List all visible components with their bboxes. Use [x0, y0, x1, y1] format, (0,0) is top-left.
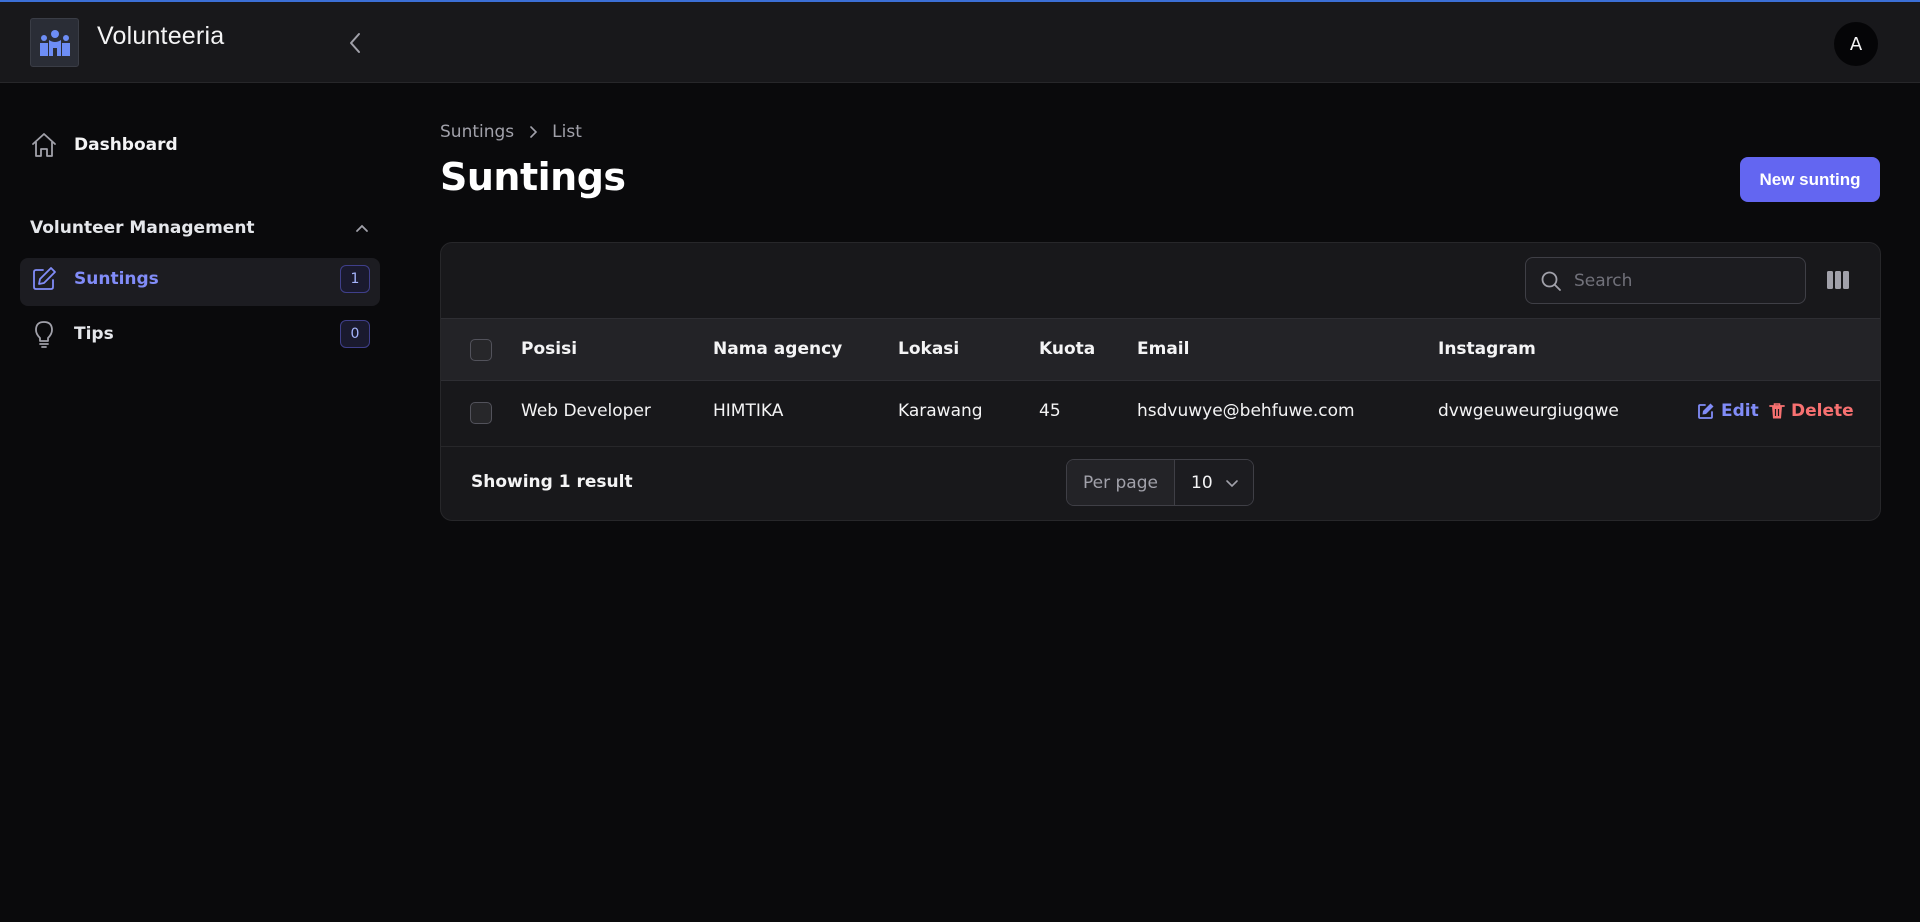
trash-icon: [1769, 402, 1785, 420]
select-all-checkbox[interactable]: [470, 339, 492, 361]
column-header-email[interactable]: Email: [1137, 339, 1189, 359]
new-sunting-button[interactable]: New sunting: [1740, 157, 1880, 202]
column-header-posisi[interactable]: Posisi: [521, 339, 577, 359]
delete-button[interactable]: Delete: [1769, 401, 1854, 421]
table-card: Posisi Nama agency Lokasi Kuota Email In…: [440, 242, 1881, 521]
sidebar-group-volunteer-management[interactable]: Volunteer Management: [30, 218, 370, 238]
chevron-right-icon: [528, 125, 538, 139]
edit-icon: [1697, 402, 1715, 420]
avatar[interactable]: A: [1834, 22, 1878, 66]
app-title: Volunteeria: [97, 22, 225, 50]
chevron-left-icon: [350, 33, 360, 53]
delete-label: Delete: [1791, 401, 1854, 421]
column-header-instagram[interactable]: Instagram: [1438, 339, 1536, 359]
edit-icon: [33, 267, 56, 290]
count-badge: 0: [340, 320, 370, 348]
chevron-down-icon: [1226, 479, 1238, 487]
top-bar: Volunteeria A: [0, 2, 1920, 83]
cell-posisi: Web Developer: [521, 401, 651, 421]
results-count: Showing 1 result: [471, 472, 633, 492]
cell-instagram: dvwgeuweurgiugqwe: [1438, 401, 1619, 421]
collapse-sidebar-button[interactable]: [340, 28, 370, 58]
columns-icon: [1827, 271, 1849, 289]
sidebar-item-label: Tips: [74, 324, 114, 344]
per-page-label: Per page: [1067, 460, 1175, 505]
breadcrumb-link-suntings[interactable]: Suntings: [440, 122, 514, 142]
cell-email: hsdvuwye@behfuwe.com: [1137, 401, 1355, 421]
sidebar-item-label: Dashboard: [74, 135, 178, 155]
sidebar-group-label: Volunteer Management: [30, 218, 255, 238]
per-page-dropdown[interactable]: 10: [1175, 460, 1253, 505]
cell-kuota: 45: [1039, 401, 1061, 421]
count-badge: 1: [340, 265, 370, 293]
per-page-value: 10: [1191, 472, 1213, 493]
column-header-lokasi[interactable]: Lokasi: [898, 339, 959, 359]
breadcrumb-current: List: [552, 122, 582, 142]
search-box[interactable]: [1525, 257, 1806, 304]
cell-nama-agency: HIMTIKA: [713, 401, 784, 421]
sidebar-item-tips[interactable]: Tips 0: [30, 319, 370, 349]
table-row: Web Developer HIMTIKA Karawang 45 hsdvuw…: [441, 381, 1880, 447]
column-header-nama-agency[interactable]: Nama agency: [713, 339, 842, 359]
home-icon: [32, 133, 56, 157]
sidebar-item-dashboard[interactable]: Dashboard: [30, 131, 178, 159]
sidebar-item-label: Suntings: [74, 269, 159, 289]
table-header: Posisi Nama agency Lokasi Kuota Email In…: [441, 318, 1880, 381]
edit-button[interactable]: Edit: [1697, 401, 1759, 421]
search-icon: [1541, 271, 1561, 291]
toggle-columns-button[interactable]: [1825, 269, 1851, 291]
sidebar-item-suntings[interactable]: Suntings 1: [30, 265, 370, 293]
logo-icon[interactable]: [30, 18, 79, 67]
column-header-kuota[interactable]: Kuota: [1039, 339, 1095, 359]
chevron-up-icon: [356, 224, 368, 232]
cell-lokasi: Karawang: [898, 401, 983, 421]
row-checkbox[interactable]: [470, 402, 492, 424]
per-page-select[interactable]: Per page 10: [1066, 459, 1254, 506]
page-title: Suntings: [440, 155, 626, 199]
search-input[interactable]: [1574, 270, 1794, 291]
edit-label: Edit: [1721, 401, 1759, 421]
breadcrumb: Suntings List: [440, 122, 582, 142]
lightbulb-icon: [35, 321, 53, 348]
